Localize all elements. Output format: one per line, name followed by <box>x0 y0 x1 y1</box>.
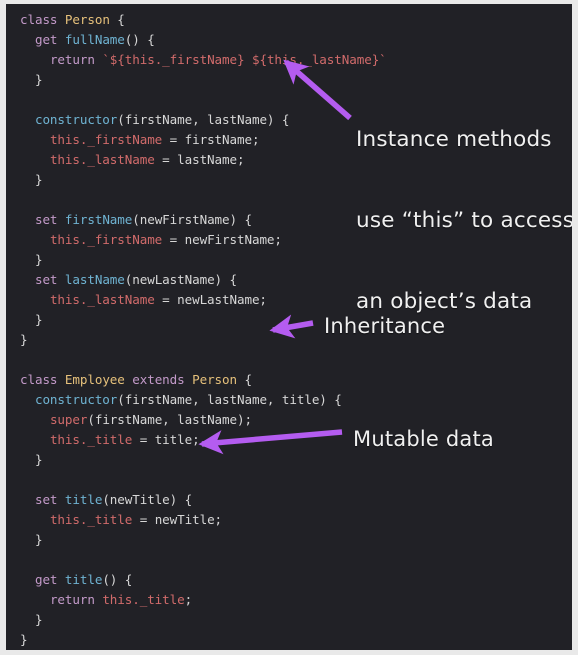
code-token: this._firstName <box>49 232 163 247</box>
code-token: this._title <box>102 592 185 607</box>
code-token: () { <box>102 572 133 587</box>
code-token: constructor <box>34 112 118 127</box>
code-token: fullName <box>64 32 125 47</box>
code-token: = firstName; <box>162 132 260 147</box>
code-token: } <box>20 172 43 187</box>
code-token: (newTitle) { <box>102 492 193 507</box>
code-token: class <box>20 372 65 387</box>
code-token: (firstName, lastName); <box>87 412 252 427</box>
code-token: title <box>64 492 103 507</box>
code-token: this._firstName <box>49 132 163 147</box>
code-line: set title(newTitle) { <box>6 490 572 510</box>
code-token: return <box>49 592 103 607</box>
code-token: (firstName, lastName) { <box>117 112 290 127</box>
code-line: get fullName() { <box>6 30 572 50</box>
code-token: (newFirstName) { <box>132 212 252 227</box>
code-token: } <box>20 72 43 87</box>
code-token: = newTitle; <box>132 512 223 527</box>
code-token: (newLastName) { <box>124 272 237 287</box>
code-token: this._lastName <box>49 152 155 167</box>
code-token: get <box>34 32 65 47</box>
code-token: () { <box>124 32 155 47</box>
code-token: = newLastName; <box>154 292 267 307</box>
code-token: set <box>34 272 65 287</box>
code-token: } <box>20 532 43 547</box>
code-line: return `${this._firstName} ${this._lastN… <box>6 50 572 70</box>
code-token: } <box>20 312 43 327</box>
code-token: = newFirstName; <box>162 232 282 247</box>
code-token: constructor <box>34 392 118 407</box>
code-token: { <box>244 372 252 387</box>
code-token: } <box>20 452 43 467</box>
code-token: return <box>49 52 103 67</box>
code-token: }` <box>371 52 387 67</box>
code-line: return this._title; <box>6 590 572 610</box>
code-token: set <box>34 492 65 507</box>
code-token: title <box>64 572 103 587</box>
code-token: super <box>49 412 88 427</box>
code-token: extends <box>132 372 193 387</box>
annotation-instance-methods-line2: use “this” to access <box>356 208 572 233</box>
code-line: this._title = newTitle; <box>6 510 572 530</box>
code-line: } <box>6 450 572 470</box>
code-token: } ${ <box>237 52 267 67</box>
code-screenshot: class Person { get fullName() { return `… <box>0 0 578 655</box>
code-token: this._firstName <box>124 52 237 67</box>
annotation-mutable-data: Mutable data <box>353 427 494 451</box>
code-token: this._title <box>49 512 133 527</box>
code-token: get <box>34 572 65 587</box>
code-token: = title; <box>132 432 200 447</box>
code-token: this._lastName <box>49 292 155 307</box>
code-token: set <box>34 212 65 227</box>
code-token: } <box>20 332 28 347</box>
code-token: (firstName, lastName, title) { <box>117 392 342 407</box>
code-line: get title() { <box>6 570 572 590</box>
code-token: } <box>20 252 43 267</box>
code-line: } <box>6 610 572 630</box>
code-token: ; <box>184 592 193 607</box>
code-line: constructor(firstName, lastName, title) … <box>6 390 572 410</box>
code-token: Person <box>192 372 245 387</box>
code-token: firstName <box>64 212 133 227</box>
code-token: lastName <box>64 272 125 287</box>
code-token: } <box>20 632 28 647</box>
code-token: this._lastName <box>266 52 372 67</box>
annotation-instance-methods-line3: an object’s data <box>356 289 533 314</box>
annotation-instance-methods-line1: Instance methods <box>356 127 552 152</box>
code-token: } <box>20 612 43 627</box>
annotation-inheritance: Inheritance <box>324 314 446 338</box>
code-token: class <box>20 12 65 27</box>
code-line: } <box>6 630 572 650</box>
code-editor-surface: class Person { get fullName() { return `… <box>6 4 572 650</box>
code-token: `${ <box>102 52 125 67</box>
code-line: class Employee extends Person { <box>6 370 572 390</box>
code-line: } <box>6 530 572 550</box>
code-token: = lastName; <box>154 152 245 167</box>
code-token: Employee <box>64 372 133 387</box>
code-token: this._title <box>49 432 133 447</box>
code-line: class Person { <box>6 10 572 30</box>
code-token: Person <box>64 12 118 27</box>
code-token: { <box>117 12 125 27</box>
